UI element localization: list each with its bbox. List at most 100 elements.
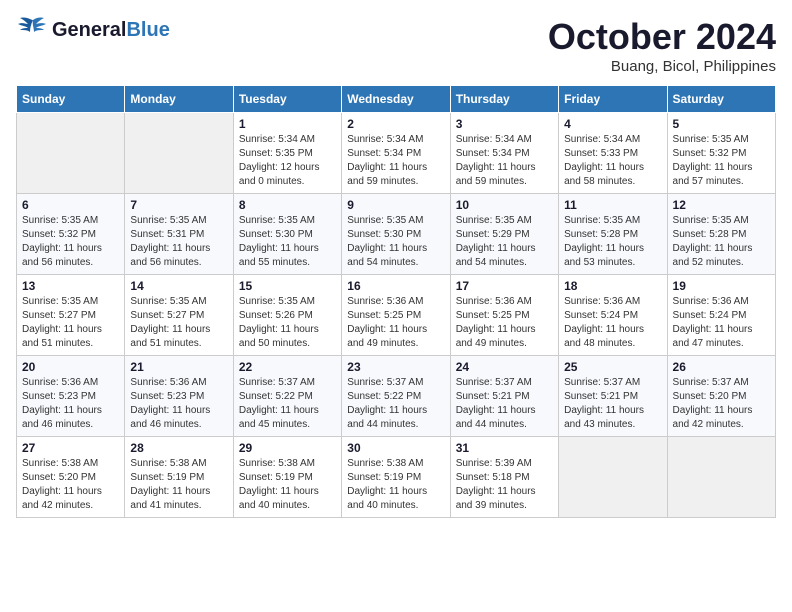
sunrise-text: Sunrise: 5:35 AM bbox=[239, 296, 315, 307]
day-number: 11 bbox=[564, 198, 661, 212]
daylight-text: Daylight: 11 hours and 59 minutes. bbox=[456, 162, 536, 187]
logo-bird-icon bbox=[16, 16, 50, 44]
sunset-text: Sunset: 5:34 PM bbox=[347, 148, 421, 159]
calendar-cell bbox=[125, 113, 233, 194]
col-wednesday: Wednesday bbox=[342, 86, 450, 113]
day-number: 29 bbox=[239, 441, 336, 455]
calendar-cell: 24Sunrise: 5:37 AMSunset: 5:21 PMDayligh… bbox=[450, 356, 558, 437]
daylight-text: Daylight: 11 hours and 44 minutes. bbox=[456, 405, 536, 430]
daylight-text: Daylight: 11 hours and 58 minutes. bbox=[564, 162, 644, 187]
day-number: 17 bbox=[456, 279, 553, 293]
day-number: 23 bbox=[347, 360, 444, 374]
day-info: Sunrise: 5:37 AMSunset: 5:22 PMDaylight:… bbox=[239, 376, 336, 432]
sunset-text: Sunset: 5:25 PM bbox=[347, 310, 421, 321]
sunrise-text: Sunrise: 5:34 AM bbox=[239, 134, 315, 145]
calendar-cell bbox=[667, 437, 775, 518]
calendar-cell: 27Sunrise: 5:38 AMSunset: 5:20 PMDayligh… bbox=[17, 437, 125, 518]
daylight-text: Daylight: 11 hours and 55 minutes. bbox=[239, 243, 319, 268]
calendar-cell: 14Sunrise: 5:35 AMSunset: 5:27 PMDayligh… bbox=[125, 275, 233, 356]
day-info: Sunrise: 5:37 AM Sunset: 5:21 PM Daylight:… bbox=[564, 376, 661, 432]
sunrise-text: Sunrise: 5:37 AM bbox=[456, 377, 532, 388]
day-info: Sunrise: 5:37 AMSunset: 5:22 PMDaylight:… bbox=[347, 376, 444, 432]
day-number: 20 bbox=[22, 360, 119, 374]
calendar-week-row: 13Sunrise: 5:35 AMSunset: 5:27 PMDayligh… bbox=[17, 275, 776, 356]
col-saturday: Saturday bbox=[667, 86, 775, 113]
calendar-cell: 25 Sunrise: 5:37 AM Sunset: 5:21 PM Dayligh… bbox=[559, 356, 667, 437]
day-info: Sunrise: 5:36 AMSunset: 5:24 PMDaylight:… bbox=[673, 295, 770, 351]
day-number: 4 bbox=[564, 117, 661, 131]
col-monday: Monday bbox=[125, 86, 233, 113]
sunset-text: Sunset: 5:24 PM bbox=[564, 310, 638, 321]
sunset-text: Sunset: 5:21 PM bbox=[456, 391, 530, 402]
daylight-text: Daylight: 11 hours and 42 minutes. bbox=[673, 405, 753, 430]
calendar-cell: 9Sunrise: 5:35 AMSunset: 5:30 PMDaylight… bbox=[342, 194, 450, 275]
calendar-cell: 10Sunrise: 5:35 AMSunset: 5:29 PMDayligh… bbox=[450, 194, 558, 275]
day-number: 3 bbox=[456, 117, 553, 131]
month-title: October 2024 bbox=[548, 16, 776, 58]
sunrise-text: Sunrise: 5:36 AM bbox=[22, 377, 98, 388]
header-row: Sunday Monday Tuesday Wednesday Thursday… bbox=[17, 86, 776, 113]
sunset-text: Sunset: 5:33 PM bbox=[564, 148, 638, 159]
sunrise-text: Sunrise: 5:38 AM bbox=[239, 458, 315, 469]
sunset-text: Sunset: 5:21 PM bbox=[564, 391, 638, 402]
day-number: 28 bbox=[130, 441, 227, 455]
sunrise-text: Sunrise: 5:34 AM bbox=[564, 134, 640, 145]
daylight-text: Daylight: 11 hours and 49 minutes. bbox=[347, 324, 427, 349]
daylight-text: Daylight: 11 hours and 56 minutes. bbox=[130, 243, 210, 268]
location-text: Buang, Bicol, Philippines bbox=[548, 58, 776, 75]
day-number: 25 bbox=[564, 360, 661, 374]
day-info: Sunrise: 5:38 AMSunset: 5:19 PMDaylight:… bbox=[347, 457, 444, 513]
calendar-cell: 30Sunrise: 5:38 AMSunset: 5:19 PMDayligh… bbox=[342, 437, 450, 518]
day-number: 18 bbox=[564, 279, 661, 293]
sunrise-text: Sunrise: 5:37 AM bbox=[673, 377, 749, 388]
calendar-cell: 17Sunrise: 5:36 AMSunset: 5:25 PMDayligh… bbox=[450, 275, 558, 356]
calendar-cell: 2Sunrise: 5:34 AMSunset: 5:34 PMDaylight… bbox=[342, 113, 450, 194]
calendar-cell: 5Sunrise: 5:35 AMSunset: 5:32 PMDaylight… bbox=[667, 113, 775, 194]
day-number: 21 bbox=[130, 360, 227, 374]
sunset-text: Sunset: 5:23 PM bbox=[22, 391, 96, 402]
sunset-text: Sunset: 5:25 PM bbox=[456, 310, 530, 321]
sunrise-text: Sunrise: 5:35 AM bbox=[22, 296, 98, 307]
calendar-cell: 8Sunrise: 5:35 AMSunset: 5:30 PMDaylight… bbox=[233, 194, 341, 275]
title-block: October 2024 Buang, Bicol, Philippines bbox=[548, 16, 776, 75]
calendar-cell: 15Sunrise: 5:35 AMSunset: 5:26 PMDayligh… bbox=[233, 275, 341, 356]
sunset-text: Sunset: 5:22 PM bbox=[347, 391, 421, 402]
daylight-text: Daylight: 11 hours and 40 minutes. bbox=[347, 486, 427, 511]
day-info: Sunrise: 5:34 AMSunset: 5:35 PMDaylight:… bbox=[239, 133, 336, 189]
sunset-text: Sunset: 5:23 PM bbox=[130, 391, 204, 402]
sunrise-text: Sunrise: 5:35 AM bbox=[130, 296, 206, 307]
sunrise-text: Sunrise: 5:37 AM bbox=[564, 377, 640, 388]
calendar-week-row: 1 Sunrise: 5:34 AMSunset: 5:35 PMDaylight… bbox=[17, 113, 776, 194]
sunset-text: Sunset: 5:30 PM bbox=[347, 229, 421, 240]
day-number: 13 bbox=[22, 279, 119, 293]
day-number: 1 bbox=[239, 117, 336, 131]
day-number: 6 bbox=[22, 198, 119, 212]
sunrise-text: Sunrise: 5:36 AM bbox=[347, 296, 423, 307]
daylight-text: Daylight: 12 hours and 0 minutes. bbox=[239, 162, 320, 187]
day-info: Sunrise: 5:38 AMSunset: 5:19 PMDaylight:… bbox=[130, 457, 227, 513]
day-number: 31 bbox=[456, 441, 553, 455]
daylight-text: Daylight: 11 hours and 57 minutes. bbox=[673, 162, 753, 187]
daylight-text: Daylight: 11 hours and 43 minutes. bbox=[564, 405, 644, 430]
sunrise-text: Sunrise: 5:35 AM bbox=[347, 215, 423, 226]
logo: GeneralBlue bbox=[16, 16, 170, 44]
day-info: Sunrise: 5:38 AMSunset: 5:20 PMDaylight:… bbox=[22, 457, 119, 513]
sunrise-text: Sunrise: 5:35 AM bbox=[239, 215, 315, 226]
daylight-text: Daylight: 11 hours and 56 minutes. bbox=[22, 243, 102, 268]
sunset-text: Sunset: 5:20 PM bbox=[22, 472, 96, 483]
daylight-text: Daylight: 11 hours and 45 minutes. bbox=[239, 405, 319, 430]
sunset-text: Sunset: 5:24 PM bbox=[673, 310, 747, 321]
day-info: Sunrise: 5:37 AMSunset: 5:20 PMDaylight:… bbox=[673, 376, 770, 432]
day-info: Sunrise: 5:35 AMSunset: 5:32 PMDaylight:… bbox=[22, 214, 119, 270]
sunset-text: Sunset: 5:31 PM bbox=[130, 229, 204, 240]
daylight-text: Daylight: 11 hours and 59 minutes. bbox=[347, 162, 427, 187]
daylight-text: Daylight: 11 hours and 54 minutes. bbox=[456, 243, 536, 268]
page-header: GeneralBlue October 2024 Buang, Bicol, P… bbox=[16, 16, 776, 75]
calendar-cell: 26Sunrise: 5:37 AMSunset: 5:20 PMDayligh… bbox=[667, 356, 775, 437]
day-info: Sunrise: 5:35 AMSunset: 5:31 PMDaylight:… bbox=[130, 214, 227, 270]
daylight-text: Daylight: 11 hours and 46 minutes. bbox=[22, 405, 102, 430]
sunset-text: Sunset: 5:32 PM bbox=[22, 229, 96, 240]
col-friday: Friday bbox=[559, 86, 667, 113]
sunrise-text: Sunrise: 5:36 AM bbox=[564, 296, 640, 307]
calendar-cell: 20 Sunrise: 5:36 AM Sunset: 5:23 PM Dayligh… bbox=[17, 356, 125, 437]
